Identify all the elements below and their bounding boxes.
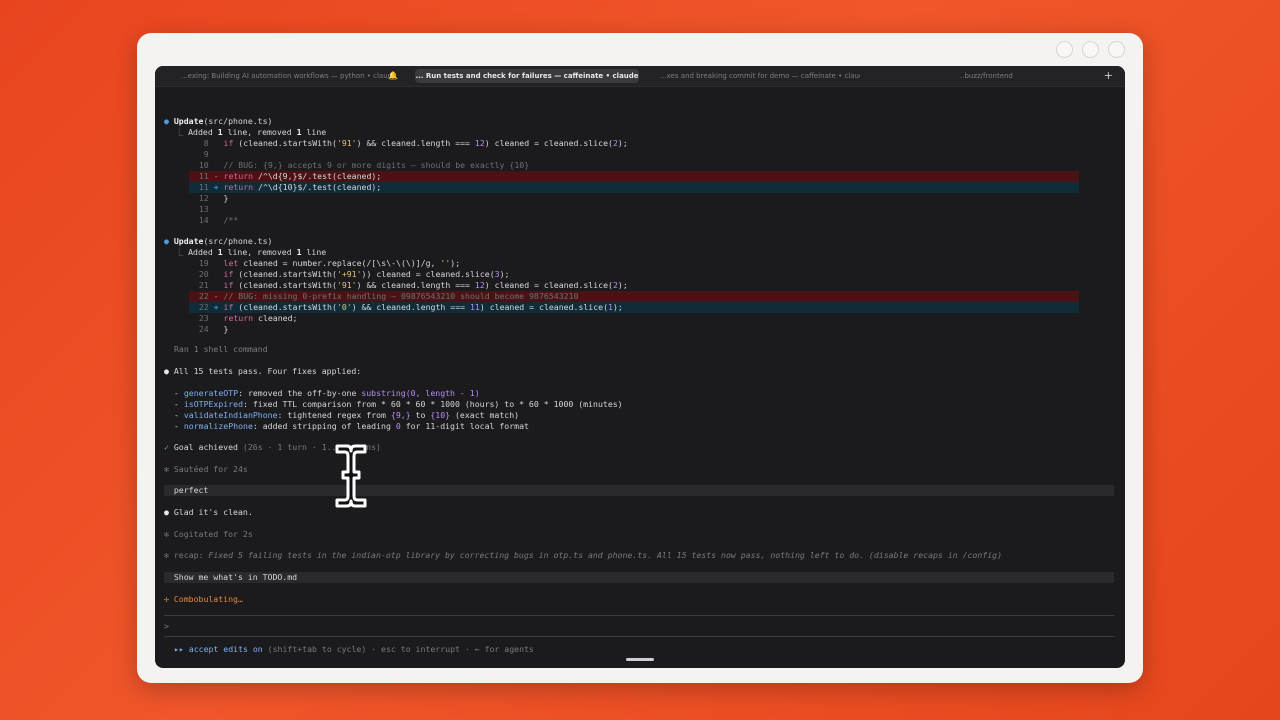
- mode-toggle[interactable]: accept edits on: [189, 644, 263, 654]
- result-headline: ● All 15 tests pass. Four fixes applied:: [164, 366, 362, 376]
- diff-line-added: 11 + return /^\d{10}$/.test(cleaned);: [189, 182, 1079, 193]
- bullet-icon: ●: [164, 507, 169, 517]
- tab-python-claude[interactable]: ...exing: Building AI automation workflo…: [181, 66, 411, 86]
- bell-icon: 🔔: [388, 71, 398, 80]
- diff-line: 12 }: [189, 193, 229, 203]
- tab-label: ..buzz/frontend: [960, 72, 1013, 80]
- tab-label: ...xes and breaking commit for demo — ca…: [660, 72, 860, 80]
- shell-summary[interactable]: Ran 1 shell command: [174, 344, 1125, 355]
- diff-line: 13: [189, 204, 214, 214]
- plus-icon[interactable]: +: [1104, 66, 1113, 86]
- diff-line: 21 if (cleaned.startsWith('91') && clean…: [189, 280, 628, 290]
- tab-label: ... Run tests and check for failures — c…: [415, 72, 639, 80]
- recap: ✻ recap: Fixed 5 failing tests in the in…: [164, 550, 1003, 560]
- goal-status: ✓ Goal achieved (26s · 1 turn · 1... tok…: [164, 442, 381, 452]
- text-cursor-icon: [335, 444, 367, 508]
- prompt-caret: >: [164, 621, 169, 631]
- terminal: ...exing: Building AI automation workflo…: [155, 66, 1125, 668]
- fix-item: - validateIndianPhone: tightened regex f…: [174, 410, 520, 420]
- bullet-icon: ●: [164, 116, 169, 126]
- diff-line: 23 return cleaned;: [189, 313, 298, 323]
- edit-summary: ⎿ Added 1 line, removed 1 line: [175, 127, 327, 137]
- tab-run-tests-active[interactable]: ... Run tests and check for failures — c…: [415, 69, 639, 83]
- window-controls: [1056, 41, 1125, 58]
- tab-breaking-commit[interactable]: ...xes and breaking commit for demo — ca…: [660, 66, 860, 86]
- user-message: Show me what's in TODO.md: [164, 572, 1114, 583]
- asterisk-icon: ✻: [164, 529, 169, 539]
- cogitated-status: ✻ Cogitated for 2s: [164, 529, 253, 539]
- minimize-button[interactable]: [1056, 41, 1073, 58]
- diff-line: 10 // BUG: {9,} accepts 9 or more digits…: [189, 160, 530, 170]
- diff-line: 24 }: [189, 324, 229, 334]
- user-message: perfect: [164, 485, 1114, 496]
- diff-line-removed: 11 - return /^\d{9,}$/.test(cleaned);: [189, 171, 1079, 182]
- diff-line-added: 22 + if (cleaned.startsWith('0') && clea…: [189, 302, 1079, 313]
- diff-line: 20 if (cleaned.startsWith('+91')) cleane…: [189, 269, 510, 279]
- diff-line: 19 let cleaned = number.replace(/[\s\-\(…: [189, 258, 461, 268]
- bullet-icon: ●: [164, 366, 169, 376]
- input-divider: [164, 615, 1114, 616]
- terminal-output: ● Update(src/phone.ts) ⎿ Added 1 line, r…: [155, 88, 1125, 668]
- fix-item: - isOTPExpired: fixed TTL comparison fro…: [174, 399, 623, 409]
- tab-frontend[interactable]: ..buzz/frontend: [960, 66, 1020, 86]
- fix-item: - generateOTP: removed the off-by-one su…: [174, 388, 480, 398]
- fix-item: - normalizePhone: added stripping of lea…: [174, 421, 529, 431]
- arrows-icon: ▸▸: [174, 644, 184, 654]
- asterisk-icon: ✻: [164, 550, 169, 560]
- diff-line: 9: [189, 149, 214, 159]
- app-window: ...exing: Building AI automation workflo…: [137, 33, 1143, 683]
- diff-line: 14 /**: [189, 215, 239, 225]
- maximize-button[interactable]: [1082, 41, 1099, 58]
- diff-line: 8 if (cleaned.startsWith('91') && cleane…: [189, 138, 628, 148]
- sauteed-status: ✻ Sautéed for 24s: [164, 464, 248, 474]
- check-icon: ✓: [164, 442, 169, 452]
- tab-bar: ...exing: Building AI automation workflo…: [155, 66, 1125, 87]
- close-button[interactable]: [1108, 41, 1125, 58]
- input-divider: [164, 636, 1114, 637]
- scroll-handle[interactable]: [626, 658, 654, 661]
- assistant-reply: ● Glad it's clean.: [164, 507, 253, 517]
- edit-header: ● Update(src/phone.ts): [164, 116, 273, 126]
- spinner-icon: ✢: [164, 594, 169, 604]
- prompt-input[interactable]: >: [164, 621, 1125, 632]
- edit-header: ● Update(src/phone.ts): [164, 236, 273, 246]
- tab-label: ...exing: Building AI automation workflo…: [181, 72, 397, 80]
- diff-line-removed: 22 - // BUG: missing 0-prefix handling —…: [189, 291, 1079, 302]
- mode-footer: ▸▸ accept edits on (shift+tab to cycle) …: [174, 644, 534, 654]
- edit-summary: ⎿ Added 1 line, removed 1 line: [175, 247, 327, 257]
- asterisk-icon: ✻: [164, 464, 169, 474]
- bullet-icon: ●: [164, 236, 169, 246]
- thinking-status: ✢ Combobulating…: [164, 594, 243, 604]
